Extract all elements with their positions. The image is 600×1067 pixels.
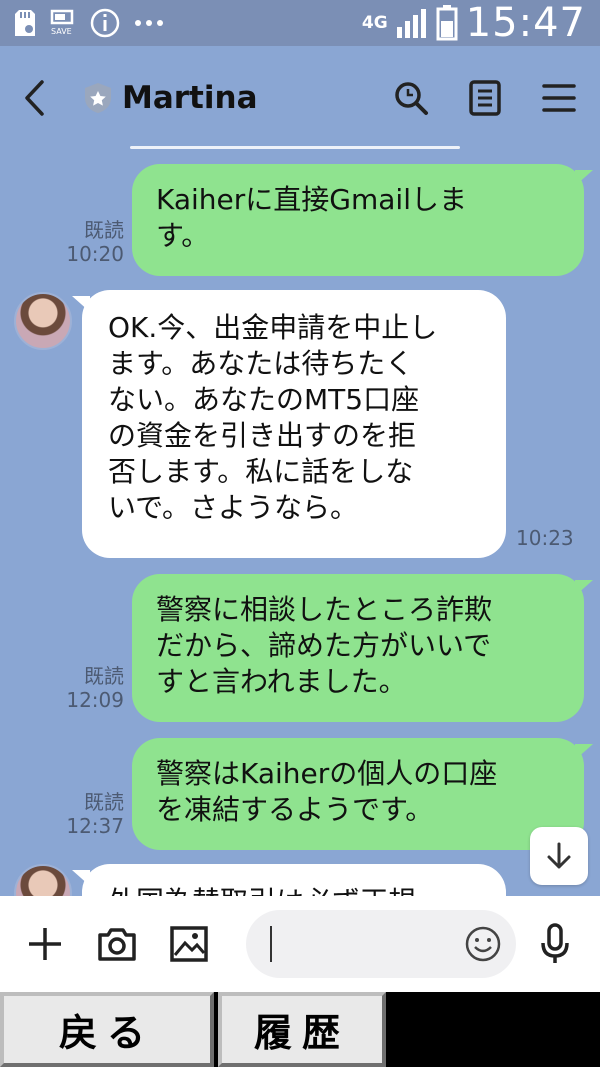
contact-title-area[interactable]: Martina <box>84 80 258 116</box>
emoji-icon[interactable] <box>464 925 502 963</box>
read-receipt: 既読 <box>84 790 124 814</box>
image-icon <box>170 926 208 962</box>
clock: 15:47 <box>465 0 586 46</box>
message-bubble-incoming[interactable]: OK.今、出金申請を中止し ます。あなたは待ちたく ない。あなたのMT5口座 の… <box>72 290 506 558</box>
search-button[interactable] <box>392 79 430 117</box>
signal-icon <box>396 7 428 39</box>
plus-icon <box>29 928 61 960</box>
message-meta: 既読 12:37 <box>34 790 124 838</box>
search-icon <box>395 82 428 115</box>
message-bubble-outgoing[interactable]: 警察に相談したところ詐欺 だから、諦めた方がいいで すと言われました。 <box>132 574 593 722</box>
camera-icon <box>98 928 136 961</box>
arrow-down-icon <box>547 842 571 869</box>
soft-key-bar: 戻る 履歴 <box>0 992 600 1067</box>
message-meta: 既読 12:09 <box>34 664 124 712</box>
save-mode-icon: SAVE <box>50 9 76 37</box>
chat-area[interactable]: 既読 10:20 Kaiherに直接Gmailしま す。 OK.今、出金申請を中… <box>0 150 600 896</box>
avatar[interactable] <box>14 292 72 350</box>
battery-icon <box>436 5 458 41</box>
save-label: SAVE <box>51 27 72 36</box>
read-receipt: 既読 <box>84 664 124 688</box>
text-caret <box>270 926 272 962</box>
add-button[interactable] <box>24 923 66 965</box>
status-bar: SAVE 4G 15:47 <box>0 0 600 46</box>
notes-button[interactable] <box>466 79 504 117</box>
menu-button[interactable] <box>540 79 578 117</box>
menu-icon <box>542 84 576 112</box>
voice-button[interactable] <box>534 923 576 965</box>
message-time: 12:37 <box>66 814 124 838</box>
shield-icon <box>85 83 111 113</box>
back-icon <box>25 80 44 116</box>
date-separator <box>130 146 460 149</box>
read-receipt: 既読 <box>84 218 124 242</box>
camera-button[interactable] <box>96 923 138 965</box>
info-icon <box>90 8 120 38</box>
history-soft-key[interactable]: 履歴 <box>218 992 386 1067</box>
message-bubble-outgoing[interactable]: 警察はKaiherの個人の口座 を凍結するようです。 <box>132 738 593 850</box>
avatar[interactable] <box>14 864 72 896</box>
message-meta: 既読 10:20 <box>34 218 124 266</box>
message-bubble-incoming[interactable]: 外国為替取引は必ず正規 <box>72 864 506 896</box>
message-input[interactable] <box>246 910 516 978</box>
notes-icon <box>469 80 501 116</box>
gallery-button[interactable] <box>168 923 210 965</box>
message-time: 10:20 <box>66 242 124 266</box>
mic-icon <box>541 923 569 963</box>
contact-name: Martina <box>122 80 258 116</box>
scroll-to-bottom-button[interactable] <box>530 827 588 885</box>
sd-card-icon <box>14 9 36 37</box>
message-time: 10:23 <box>516 526 574 550</box>
message-time: 12:09 <box>66 688 124 712</box>
chat-header: Martina <box>0 46 600 150</box>
network-type: 4G <box>361 13 388 33</box>
message-input-bar <box>0 896 600 992</box>
message-bubble-outgoing[interactable]: Kaiherに直接Gmailしま す。 <box>132 164 593 276</box>
back-button[interactable] <box>22 68 72 128</box>
back-soft-key[interactable]: 戻る <box>0 992 214 1067</box>
more-dots-icon <box>134 18 164 28</box>
